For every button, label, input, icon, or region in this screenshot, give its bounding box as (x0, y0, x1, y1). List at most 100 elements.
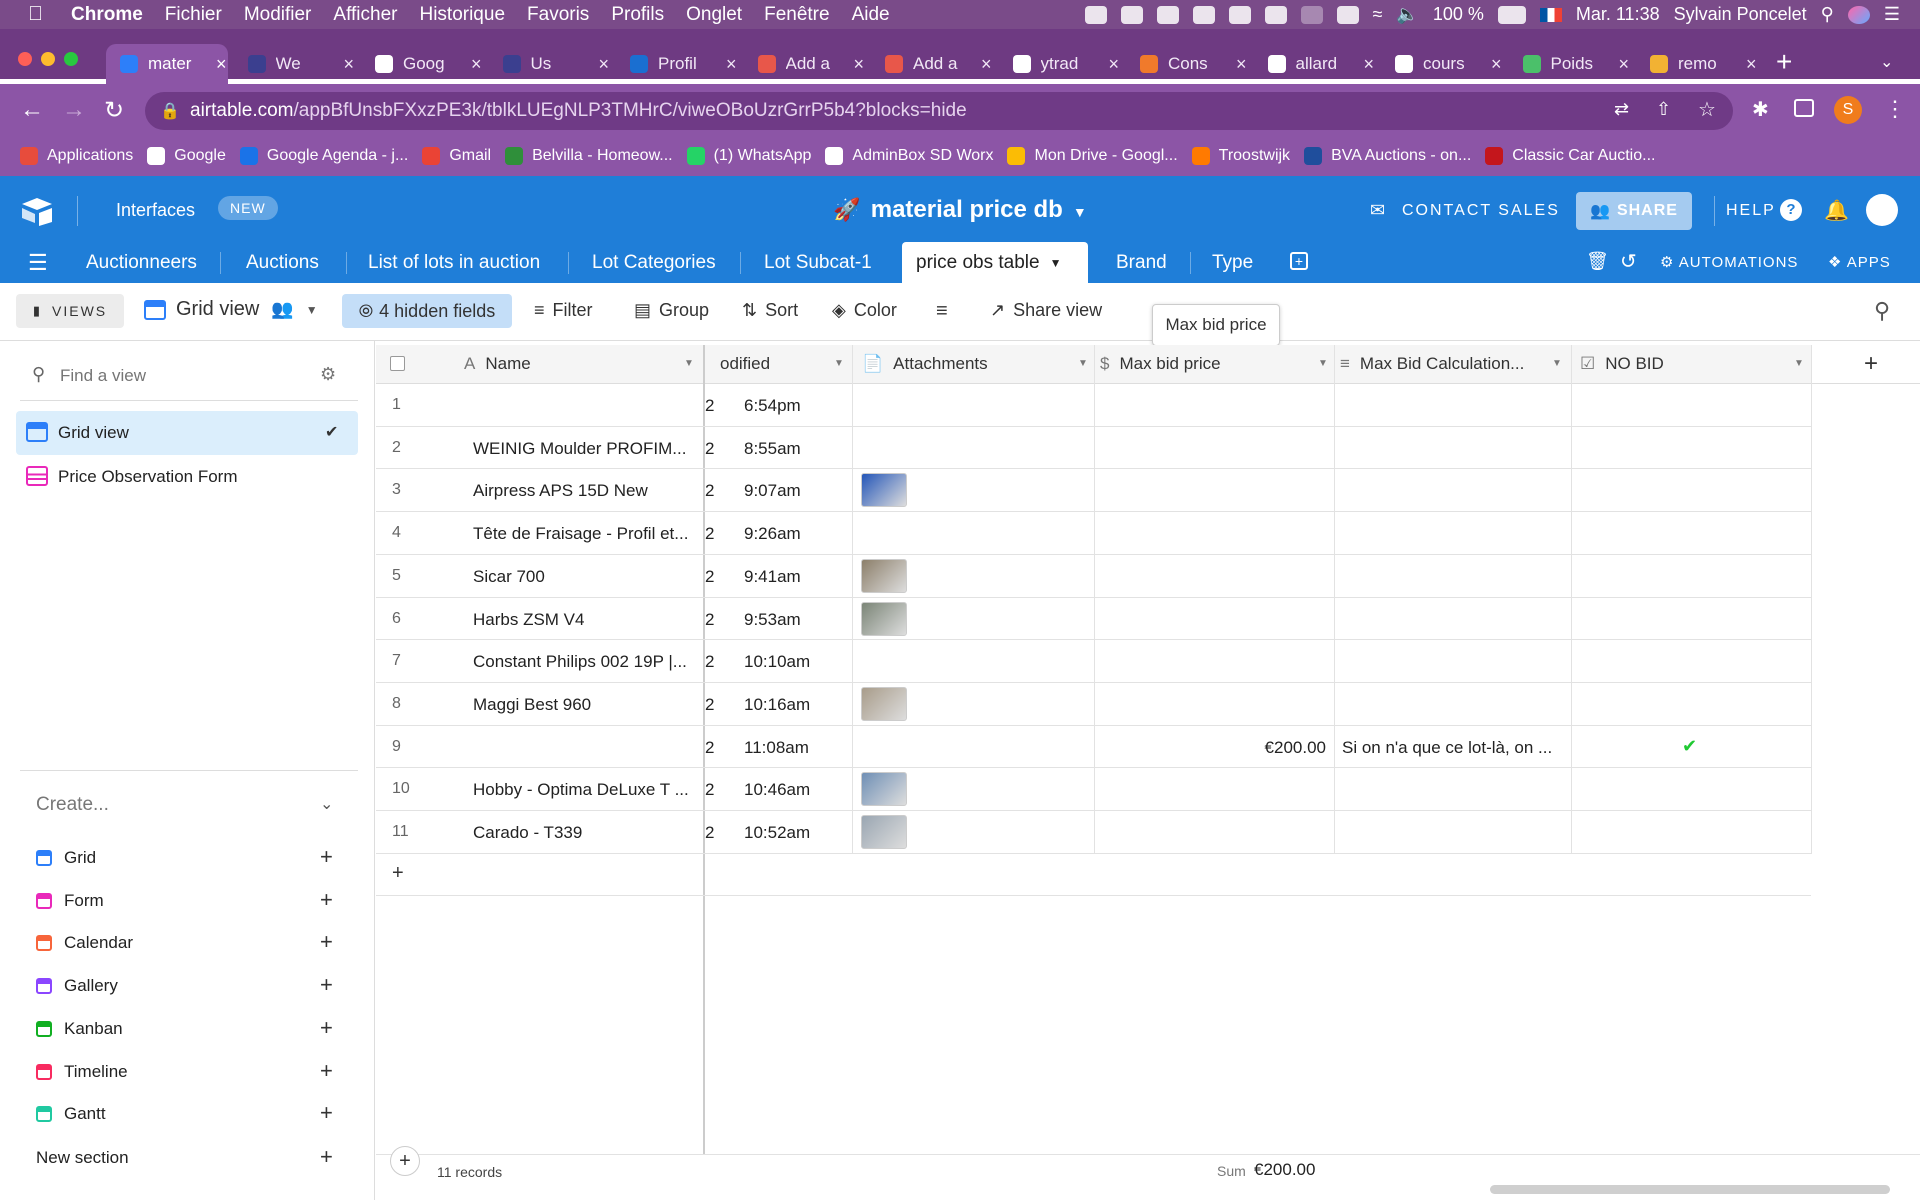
add-view-icon[interactable]: + (320, 1058, 333, 1084)
apps-button[interactable]: ❖ APPS (1828, 253, 1891, 271)
column-header-max-calc[interactable]: ≡ Max Bid Calculation... (1340, 344, 1540, 384)
automations-button[interactable]: ⚙ AUTOMATIONS (1660, 253, 1798, 271)
cell-modified-date[interactable]: 2 (705, 524, 714, 544)
add-section-icon[interactable]: + (320, 1144, 333, 1170)
bookmark-item[interactable]: BVA Auctions - on... (1304, 147, 1471, 165)
cell-name[interactable]: Sicar 700 (473, 567, 698, 587)
create-gantt-view[interactable]: Gantt (64, 1104, 106, 1124)
browser-tab[interactable]: Us × (489, 44, 611, 84)
browser-tab[interactable]: Add a × (744, 44, 866, 84)
add-view-icon[interactable]: + (320, 929, 333, 955)
chevron-down-icon[interactable]: ▼ (1050, 256, 1062, 270)
menu-app-name[interactable]: Chrome (71, 4, 143, 26)
volume-icon[interactable]: 🔈 (1396, 4, 1418, 25)
cell-max-bid-price[interactable]: €200.00 (1100, 738, 1326, 758)
bookmark-item[interactable]: Mon Drive - Googl... (1007, 147, 1178, 165)
add-field-icon[interactable]: + (1864, 350, 1878, 378)
forward-icon[interactable]: → (62, 96, 86, 124)
add-table-icon[interactable]: + (1290, 252, 1308, 270)
browser-menu-icon[interactable]: ⋮ (1884, 96, 1906, 122)
bookmark-star-icon[interactable]: ☆ (1698, 97, 1716, 122)
attachment-thumbnail[interactable] (861, 815, 907, 849)
cell-no-bid-checkmark-icon[interactable]: ✔ (1682, 736, 1697, 757)
close-tab-icon[interactable]: × (726, 54, 737, 75)
cell-modified-date[interactable]: 2 (705, 481, 714, 501)
cell-modified-date[interactable]: 2 (705, 610, 714, 630)
bookmark-item[interactable]: Troostwijk (1191, 147, 1290, 165)
wifi-icon[interactable]: ≈ (1373, 4, 1383, 25)
browser-tab[interactable]: mater × (106, 44, 228, 84)
status-app-icon[interactable] (1120, 5, 1143, 24)
menu-modifier[interactable]: Modifier (244, 4, 312, 26)
column-header-name[interactable]: A Name (464, 344, 704, 384)
cell-modified-time[interactable]: 11:08am (744, 738, 809, 758)
sort-button[interactable]: ⇅ Sort (742, 300, 798, 321)
create-form-view[interactable]: Form (64, 891, 104, 911)
browser-tab[interactable]: We × (234, 44, 356, 84)
table-row[interactable] (376, 384, 1811, 427)
cell-no-bid[interactable] (1682, 481, 1683, 482)
history-icon[interactable]: ↺ (1620, 249, 1637, 274)
table-tab[interactable]: Lot Subcat-1 (750, 242, 888, 283)
cell-modified-date[interactable]: 2 (705, 396, 714, 416)
cell-modified-time[interactable]: 10:52am (744, 823, 810, 843)
cell-name[interactable]: Harbs ZSM V4 (473, 610, 698, 630)
column-header-no-bid[interactable]: ☑ NO BID (1580, 344, 1780, 384)
chevron-down-icon[interactable]: ▼ (1078, 358, 1088, 369)
hidden-fields-button[interactable]: ⦾ 4 hidden fields (342, 294, 512, 328)
menu-historique[interactable]: Historique (419, 4, 505, 26)
cell-name[interactable]: Tête de Fraisage - Profil et... (473, 524, 698, 544)
sidebar-item-price-observation-form[interactable]: Price Observation Form (58, 467, 238, 487)
close-tab-icon[interactable]: × (471, 54, 482, 75)
search-icon[interactable]: ⚲ (1874, 298, 1890, 324)
translate-icon[interactable]: ⇄ (1614, 99, 1629, 120)
cell-name[interactable]: Constant Philips 002 19P |... (473, 652, 698, 672)
user-avatar[interactable] (1866, 194, 1898, 226)
attachment-thumbnail[interactable] (861, 686, 907, 721)
attachment-thumbnail[interactable] (861, 473, 907, 508)
chevron-down-icon[interactable]: ▼ (684, 358, 694, 369)
cell-no-bid[interactable] (1682, 439, 1683, 440)
browser-tab[interactable]: Add a × (871, 44, 993, 84)
cell-modified-time[interactable]: 9:26am (744, 524, 801, 544)
browser-tab[interactable]: allard × (1254, 44, 1376, 84)
close-tab-icon[interactable]: × (1236, 54, 1247, 75)
find-view-input[interactable] (60, 360, 310, 392)
status-app-icon[interactable] (1192, 5, 1215, 24)
browser-tab[interactable]: Profil × (616, 44, 738, 84)
attachment-thumbnail[interactable] (861, 601, 907, 636)
cell-max-bid-calculation[interactable]: Si on n'a que ce lot-là, on ... (1342, 738, 1566, 758)
chevron-down-icon[interactable]: ▼ (1318, 358, 1328, 369)
table-tab[interactable]: price obs table ▼ (902, 242, 1088, 283)
menu-fichier[interactable]: Fichier (165, 4, 222, 26)
bookmark-item[interactable]: Applications (20, 147, 133, 165)
chevron-down-icon[interactable]: ⌄ (320, 794, 333, 814)
table-tab[interactable]: Lot Categories (578, 242, 736, 283)
table-tab[interactable]: Auctions (232, 242, 342, 283)
cell-no-bid[interactable] (1682, 524, 1683, 525)
clock[interactable]: Mar. 11:38 (1576, 4, 1660, 25)
column-header-max-bid[interactable]: $ Max bid price (1100, 344, 1320, 384)
close-tab-icon[interactable]: × (1109, 54, 1120, 75)
browser-tab[interactable]: Poids × (1509, 44, 1631, 84)
apple-icon[interactable]:  (28, 3, 43, 26)
add-view-icon[interactable]: + (320, 1015, 333, 1041)
group-button[interactable]: ▤ Group (634, 300, 709, 321)
bookmark-item[interactable]: AdminBox SD Worx (825, 147, 993, 165)
bookmark-item[interactable]: (1) WhatsApp (686, 147, 811, 165)
cell-modified-time[interactable]: 9:07am (744, 481, 801, 501)
contact-sales-button[interactable]: CONTACT SALES (1402, 202, 1560, 220)
create-timeline-view[interactable]: Timeline (64, 1062, 128, 1082)
trash-icon[interactable]: 🗑 (1586, 251, 1609, 272)
menu-onglet[interactable]: Onglet (686, 4, 742, 26)
filter-button[interactable]: ≡ Filter (534, 300, 593, 321)
cell-modified-time[interactable]: 10:46am (744, 780, 810, 800)
close-tab-icon[interactable]: × (1364, 54, 1375, 75)
extensions-icon[interactable]: ✱ (1752, 97, 1769, 122)
table-row[interactable] (376, 726, 1811, 769)
cell-modified-time[interactable]: 9:53am (744, 610, 801, 630)
help-icon[interactable]: ? (1780, 199, 1802, 221)
reload-icon[interactable]: ↻ (104, 96, 124, 125)
view-switcher[interactable]: Grid view 👥 ▼ (144, 298, 318, 321)
bookmark-item[interactable]: Classic Car Auctio... (1485, 147, 1655, 165)
